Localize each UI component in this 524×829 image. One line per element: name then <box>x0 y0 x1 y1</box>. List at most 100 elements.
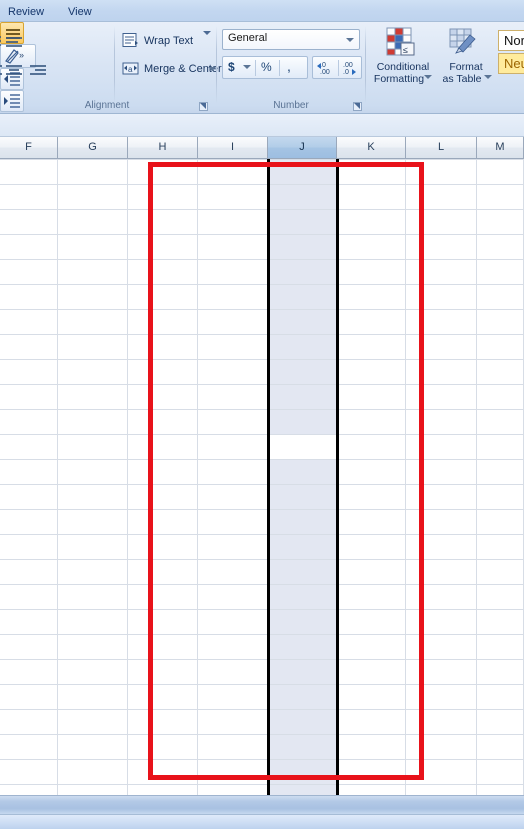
selected-cell[interactable] <box>268 484 337 509</box>
selected-cell[interactable] <box>268 609 337 634</box>
selected-cell[interactable] <box>268 759 337 784</box>
grid-line-horizontal <box>0 434 524 435</box>
svg-text:.0: .0 <box>343 69 349 76</box>
increase-decimal-icon[interactable]: .0 .00 <box>315 59 337 77</box>
svg-text:.00: .00 <box>320 69 330 76</box>
alignment-group-label: Alignment <box>84 100 130 111</box>
selected-cell[interactable] <box>268 634 337 659</box>
selected-cell[interactable] <box>268 684 337 709</box>
align-right-icon[interactable] <box>26 58 48 80</box>
grid-line-horizontal <box>0 484 524 485</box>
grid-line-horizontal <box>0 559 524 560</box>
merge-center-button[interactable]: a Merge & Center <box>122 58 222 80</box>
selected-cell[interactable] <box>268 309 337 334</box>
column-header-row: FGHIJKLM <box>0 137 524 159</box>
selected-cell[interactable] <box>268 559 337 584</box>
selected-cell[interactable] <box>268 709 337 734</box>
selected-cell[interactable] <box>268 234 337 259</box>
tab-view[interactable]: View <box>62 3 98 21</box>
selected-cell[interactable] <box>268 359 337 384</box>
decrease-decimal-icon[interactable]: .00 .0 <box>340 59 362 77</box>
grid-line-horizontal <box>0 584 524 585</box>
number-style-button-group: $ % , <box>222 56 308 79</box>
grid-line-horizontal <box>0 784 524 785</box>
selected-cell[interactable] <box>268 259 337 284</box>
column-header-f[interactable]: F <box>0 137 58 159</box>
column-header-k[interactable]: K <box>337 137 406 159</box>
column-header-l[interactable]: L <box>406 137 477 159</box>
conditional-formatting-dropdown-arrow[interactable] <box>424 75 432 79</box>
merge-center-dropdown-arrow[interactable] <box>208 67 216 71</box>
decimal-button-group: .0 .00 .00 .0 <box>312 56 362 79</box>
number-format-value: General <box>228 32 268 44</box>
number-dialog-launcher[interactable] <box>353 102 362 111</box>
tab-review[interactable]: Review <box>2 3 50 21</box>
selected-cell[interactable] <box>268 384 337 409</box>
grid-line-horizontal <box>0 634 524 635</box>
selected-cell[interactable] <box>268 584 337 609</box>
grid-line-horizontal <box>0 759 524 760</box>
group-divider <box>114 26 115 104</box>
selected-cell[interactable] <box>268 184 337 209</box>
align-center-icon[interactable] <box>2 58 24 80</box>
group-divider-2 <box>216 26 217 104</box>
grid-line-horizontal <box>0 384 524 385</box>
selected-cell[interactable] <box>268 209 337 234</box>
wrap-text-label: Wrap Text <box>144 35 194 47</box>
conditional-formatting-label-line1: Conditional <box>376 61 430 73</box>
conditional-formatting-button[interactable]: ≤ Conditional Formatting <box>372 27 434 93</box>
ribbon-group-number: General $ % , .0 .00 .00 .0 Number <box>218 22 364 114</box>
comma-style-icon[interactable]: , <box>287 58 291 74</box>
column-header-j[interactable]: J <box>268 137 337 159</box>
number-group-label: Number <box>273 100 309 111</box>
grid-line-horizontal <box>0 509 524 510</box>
grid-line-vertical <box>57 159 58 795</box>
formula-bar-area <box>0 114 524 137</box>
column-header-m[interactable]: M <box>477 137 524 159</box>
format-as-table-icon <box>449 28 476 54</box>
column-header-h[interactable]: H <box>128 137 198 159</box>
accounting-dropdown-arrow[interactable] <box>243 65 251 69</box>
worksheet-grid[interactable] <box>0 159 524 795</box>
svg-text:.00: .00 <box>343 62 353 69</box>
selected-cell[interactable] <box>268 659 337 684</box>
grid-line-horizontal <box>0 359 524 360</box>
alignment-dialog-launcher[interactable] <box>199 102 208 111</box>
column-header-i[interactable]: I <box>198 137 268 159</box>
svg-text:≤: ≤ <box>403 45 408 55</box>
accounting-format-icon[interactable]: $ <box>228 60 235 74</box>
grid-line-horizontal <box>0 409 524 410</box>
merge-center-icon: a <box>122 62 139 75</box>
grid-line-horizontal <box>0 609 524 610</box>
percent-style-icon[interactable]: % <box>261 60 272 74</box>
column-header-g[interactable]: G <box>58 137 128 159</box>
grid-line-horizontal <box>0 734 524 735</box>
ribbon-tab-strip: Review View <box>0 0 524 22</box>
excel-window: Review View » Wrap Text a Merge & Center… <box>0 0 524 829</box>
selected-cell[interactable] <box>268 409 337 434</box>
selected-cell[interactable] <box>268 334 337 359</box>
selected-cell[interactable] <box>268 159 337 184</box>
selected-cell[interactable] <box>268 734 337 759</box>
format-as-table-button[interactable]: Format as Table <box>438 27 494 93</box>
align-top-left-icon[interactable] <box>2 30 24 52</box>
selected-cell[interactable] <box>268 284 337 309</box>
format-as-table-dropdown-arrow[interactable] <box>484 75 492 79</box>
grid-line-vertical <box>336 159 337 795</box>
selected-cell[interactable] <box>268 509 337 534</box>
number-format-dropdown-arrow[interactable] <box>346 38 354 42</box>
selected-cell[interactable] <box>268 784 337 795</box>
wrap-text-icon <box>122 33 138 47</box>
selected-cell[interactable] <box>268 459 337 484</box>
grid-line-horizontal <box>0 234 524 235</box>
selected-cell[interactable] <box>268 534 337 559</box>
grid-line-horizontal <box>0 709 524 710</box>
cell-style-normal[interactable]: Norm <box>498 30 524 51</box>
number-format-combo[interactable]: General <box>222 29 360 50</box>
grid-line-horizontal <box>0 534 524 535</box>
horizontal-scrollbar[interactable] <box>0 795 524 814</box>
cell-style-neutral[interactable]: Neut <box>498 53 524 74</box>
conditional-formatting-icon: ≤ <box>386 27 415 56</box>
wrap-text-button[interactable]: Wrap Text <box>122 30 210 52</box>
grid-line-horizontal <box>0 309 524 310</box>
